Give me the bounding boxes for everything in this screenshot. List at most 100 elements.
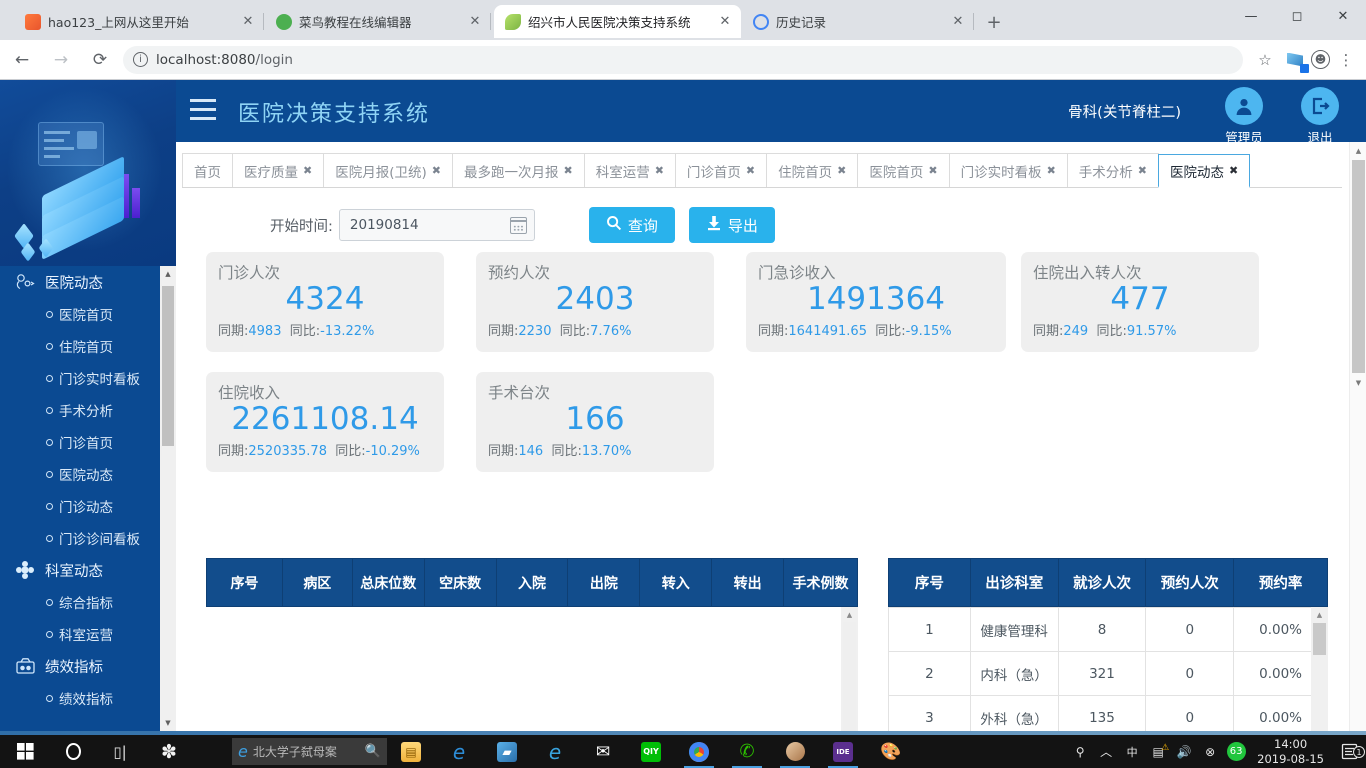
scrollbar-thumb[interactable] [1352, 160, 1365, 373]
sidebar-item-comprehensive-indicator[interactable]: 综合指标 [0, 586, 160, 618]
sidebar-item-hospital-home[interactable]: 医院首页 [0, 298, 160, 330]
address-bar[interactable]: i localhost:8080/login [123, 45, 1243, 74]
show-hidden-icons-icon[interactable]: ︿ [1093, 743, 1119, 760]
mail-icon[interactable]: ✉ [588, 735, 618, 768]
page-tab-close-icon[interactable]: ✖ [563, 164, 572, 177]
sidebar-item-clinic-room-board[interactable]: 门诊诊间看板 [0, 522, 160, 554]
remote-desktop-icon[interactable]: ▰ [492, 735, 522, 768]
network-warning-icon[interactable]: ▤ ⚠ [1145, 743, 1171, 759]
page-tab-close-icon[interactable]: ✖ [303, 164, 312, 177]
battery-badge-icon[interactable]: 63 [1223, 742, 1249, 761]
paint-icon[interactable]: 🎨 [876, 735, 906, 768]
page-tab-outpatient-home[interactable]: 门诊首页 ✖ [674, 153, 768, 187]
chrome-icon[interactable] [684, 735, 714, 768]
security-icon[interactable]: ⊗ [1197, 745, 1223, 759]
sidebar-group-hospital-dynamic[interactable]: 医院动态 [0, 266, 160, 298]
scroll-down-icon[interactable]: ▼ [160, 715, 176, 731]
browser-tab-4[interactable]: 历史记录 ✕ [742, 5, 974, 38]
user-button[interactable]: 管理员 [1212, 87, 1276, 146]
qiy-icon[interactable]: QIY [636, 735, 666, 768]
page-tab-close-icon[interactable]: ✖ [1047, 164, 1056, 177]
scroll-up-icon[interactable]: ▲ [1350, 142, 1366, 159]
table-row[interactable]: 2 内科（急） 321 0 0.00% [888, 651, 1328, 696]
calendar-icon[interactable] [509, 217, 527, 234]
page-tab-close-icon[interactable]: ✖ [1229, 164, 1238, 177]
volume-icon[interactable]: 🔊 [1171, 745, 1197, 759]
page-tab-close-icon[interactable]: ✖ [928, 164, 937, 177]
ward-table-scrollbar[interactable]: ▲ [841, 607, 858, 731]
input-method-icon[interactable]: 中 [1119, 744, 1145, 760]
sidebar-group-performance[interactable]: 绩效指标 [0, 650, 160, 682]
logout-button[interactable]: 退出 [1288, 87, 1352, 146]
browser-tab-3[interactable]: 绍兴市人民医院决策支持系统 ✕ [494, 5, 741, 38]
reload-icon[interactable]: ⟳ [83, 43, 117, 77]
table-row[interactable]: 3 外科（急） 135 0 0.00% [888, 695, 1328, 731]
sogou-icon[interactable]: ✽ [152, 735, 186, 768]
scroll-down-icon[interactable]: ▼ [1350, 374, 1366, 391]
scroll-up-icon[interactable]: ▲ [160, 266, 176, 282]
tab-close-icon[interactable]: ✕ [950, 14, 966, 30]
sidebar-scrollbar[interactable]: ▲ ▼ [160, 266, 176, 731]
page-tab-medical-quality[interactable]: 医疗质量 ✖ [232, 153, 325, 187]
page-tab-home[interactable]: 首页 [182, 153, 233, 187]
query-button[interactable]: 查询 [588, 207, 675, 243]
sidebar-item-hospital-dynamic[interactable]: 医院动态 [0, 458, 160, 490]
sidebar-item-performance-indicator[interactable]: 绩效指标 [0, 682, 160, 714]
scrollbar-thumb[interactable] [843, 622, 856, 731]
ide-icon[interactable]: IDE [828, 735, 858, 768]
bookmark-star-icon[interactable]: ☆ [1251, 46, 1279, 74]
table-row[interactable]: 1 健康管理科 8 0 0.00% [888, 607, 1328, 652]
scroll-up-icon[interactable]: ▲ [1311, 607, 1328, 622]
page-tab-close-icon[interactable]: ✖ [1138, 164, 1147, 177]
chrome-menu-icon[interactable]: ⋮ [1332, 46, 1360, 74]
taskbar-search-box[interactable]: e 北大学子弑母案 🔍 [232, 738, 387, 765]
wechat-icon[interactable]: ✆ [732, 735, 762, 768]
page-tab-hospital-dynamic[interactable]: 医院动态 ✖ [1158, 154, 1251, 188]
sidebar-item-surgery-analysis[interactable]: 手术分析 [0, 394, 160, 426]
tab-close-icon[interactable]: ✕ [467, 14, 483, 30]
page-tab-surgery-analysis[interactable]: 手术分析 ✖ [1066, 153, 1160, 187]
sidebar-group-department-dynamic[interactable]: 科室动态 [0, 554, 160, 586]
new-tab-button[interactable]: + [982, 10, 1006, 34]
content-scrollbar[interactable]: ▲ ▼ [1349, 142, 1366, 731]
close-window-button[interactable]: ✕ [1320, 0, 1366, 32]
sidebar-item-outpatient-home[interactable]: 门诊首页 [0, 426, 160, 458]
people-icon[interactable]: ⚲ [1067, 745, 1093, 759]
sidebar-item-inpatient-home[interactable]: 住院首页 [0, 330, 160, 362]
page-tab-hospital-home[interactable]: 医院首页 ✖ [857, 153, 950, 187]
profile-icon[interactable]: ☻ [1311, 50, 1330, 69]
scrollbar-thumb[interactable] [162, 286, 174, 446]
page-tab-inpatient-home[interactable]: 住院首页 ✖ [766, 153, 859, 187]
page-tab-close-icon[interactable]: ✖ [432, 164, 441, 177]
page-tab-department-operation[interactable]: 科室运营 ✖ [583, 153, 676, 187]
action-center-icon[interactable]: 1 [1332, 743, 1366, 760]
page-tab-close-icon[interactable]: ✖ [655, 164, 664, 177]
start-date-input[interactable]: 20190814 [338, 209, 535, 241]
page-tab-close-icon[interactable]: ✖ [746, 164, 755, 177]
tab-close-icon[interactable]: ✕ [717, 14, 733, 30]
minimize-button[interactable]: — [1228, 0, 1274, 32]
windows-start-icon[interactable] [10, 735, 40, 768]
sidebar-item-outpatient-dynamic[interactable]: 门诊动态 [0, 490, 160, 522]
sidebar-item-department-operation[interactable]: 科室运营 [0, 618, 160, 650]
internet-explorer-icon[interactable]: e [540, 735, 570, 768]
scrollbar-thumb[interactable] [1313, 623, 1326, 655]
browser-tab-1[interactable]: hao123_上网从这里开始 ✕ [14, 5, 264, 38]
extension-icon[interactable] [1281, 46, 1309, 74]
export-button[interactable]: 导出 [688, 207, 775, 243]
page-tab-close-icon[interactable]: ✖ [837, 164, 846, 177]
page-tab-outpatient-board[interactable]: 门诊实时看板 ✖ [948, 153, 1068, 187]
browser-tab-2[interactable]: 菜鸟教程在线编辑器 ✕ [265, 5, 491, 38]
clinic-table-scrollbar[interactable]: ▲ [1311, 607, 1328, 731]
edge-icon[interactable]: e [444, 735, 474, 768]
search-icon[interactable]: 🔍 [365, 744, 381, 759]
sidebar-item-outpatient-realtime-board[interactable]: 门诊实时看板 [0, 362, 160, 394]
taskbar-clock[interactable]: 14:00 2019-08-15 [1249, 737, 1332, 767]
task-view-icon[interactable]: ▯| [105, 735, 135, 768]
info-icon[interactable]: i [133, 52, 148, 67]
file-explorer-icon[interactable]: ▤ [396, 735, 426, 768]
back-icon[interactable]: ← [5, 43, 39, 77]
scroll-up-icon[interactable]: ▲ [841, 607, 858, 622]
cortana-circle-icon[interactable] [58, 735, 88, 768]
hamburger-icon[interactable] [190, 99, 216, 121]
